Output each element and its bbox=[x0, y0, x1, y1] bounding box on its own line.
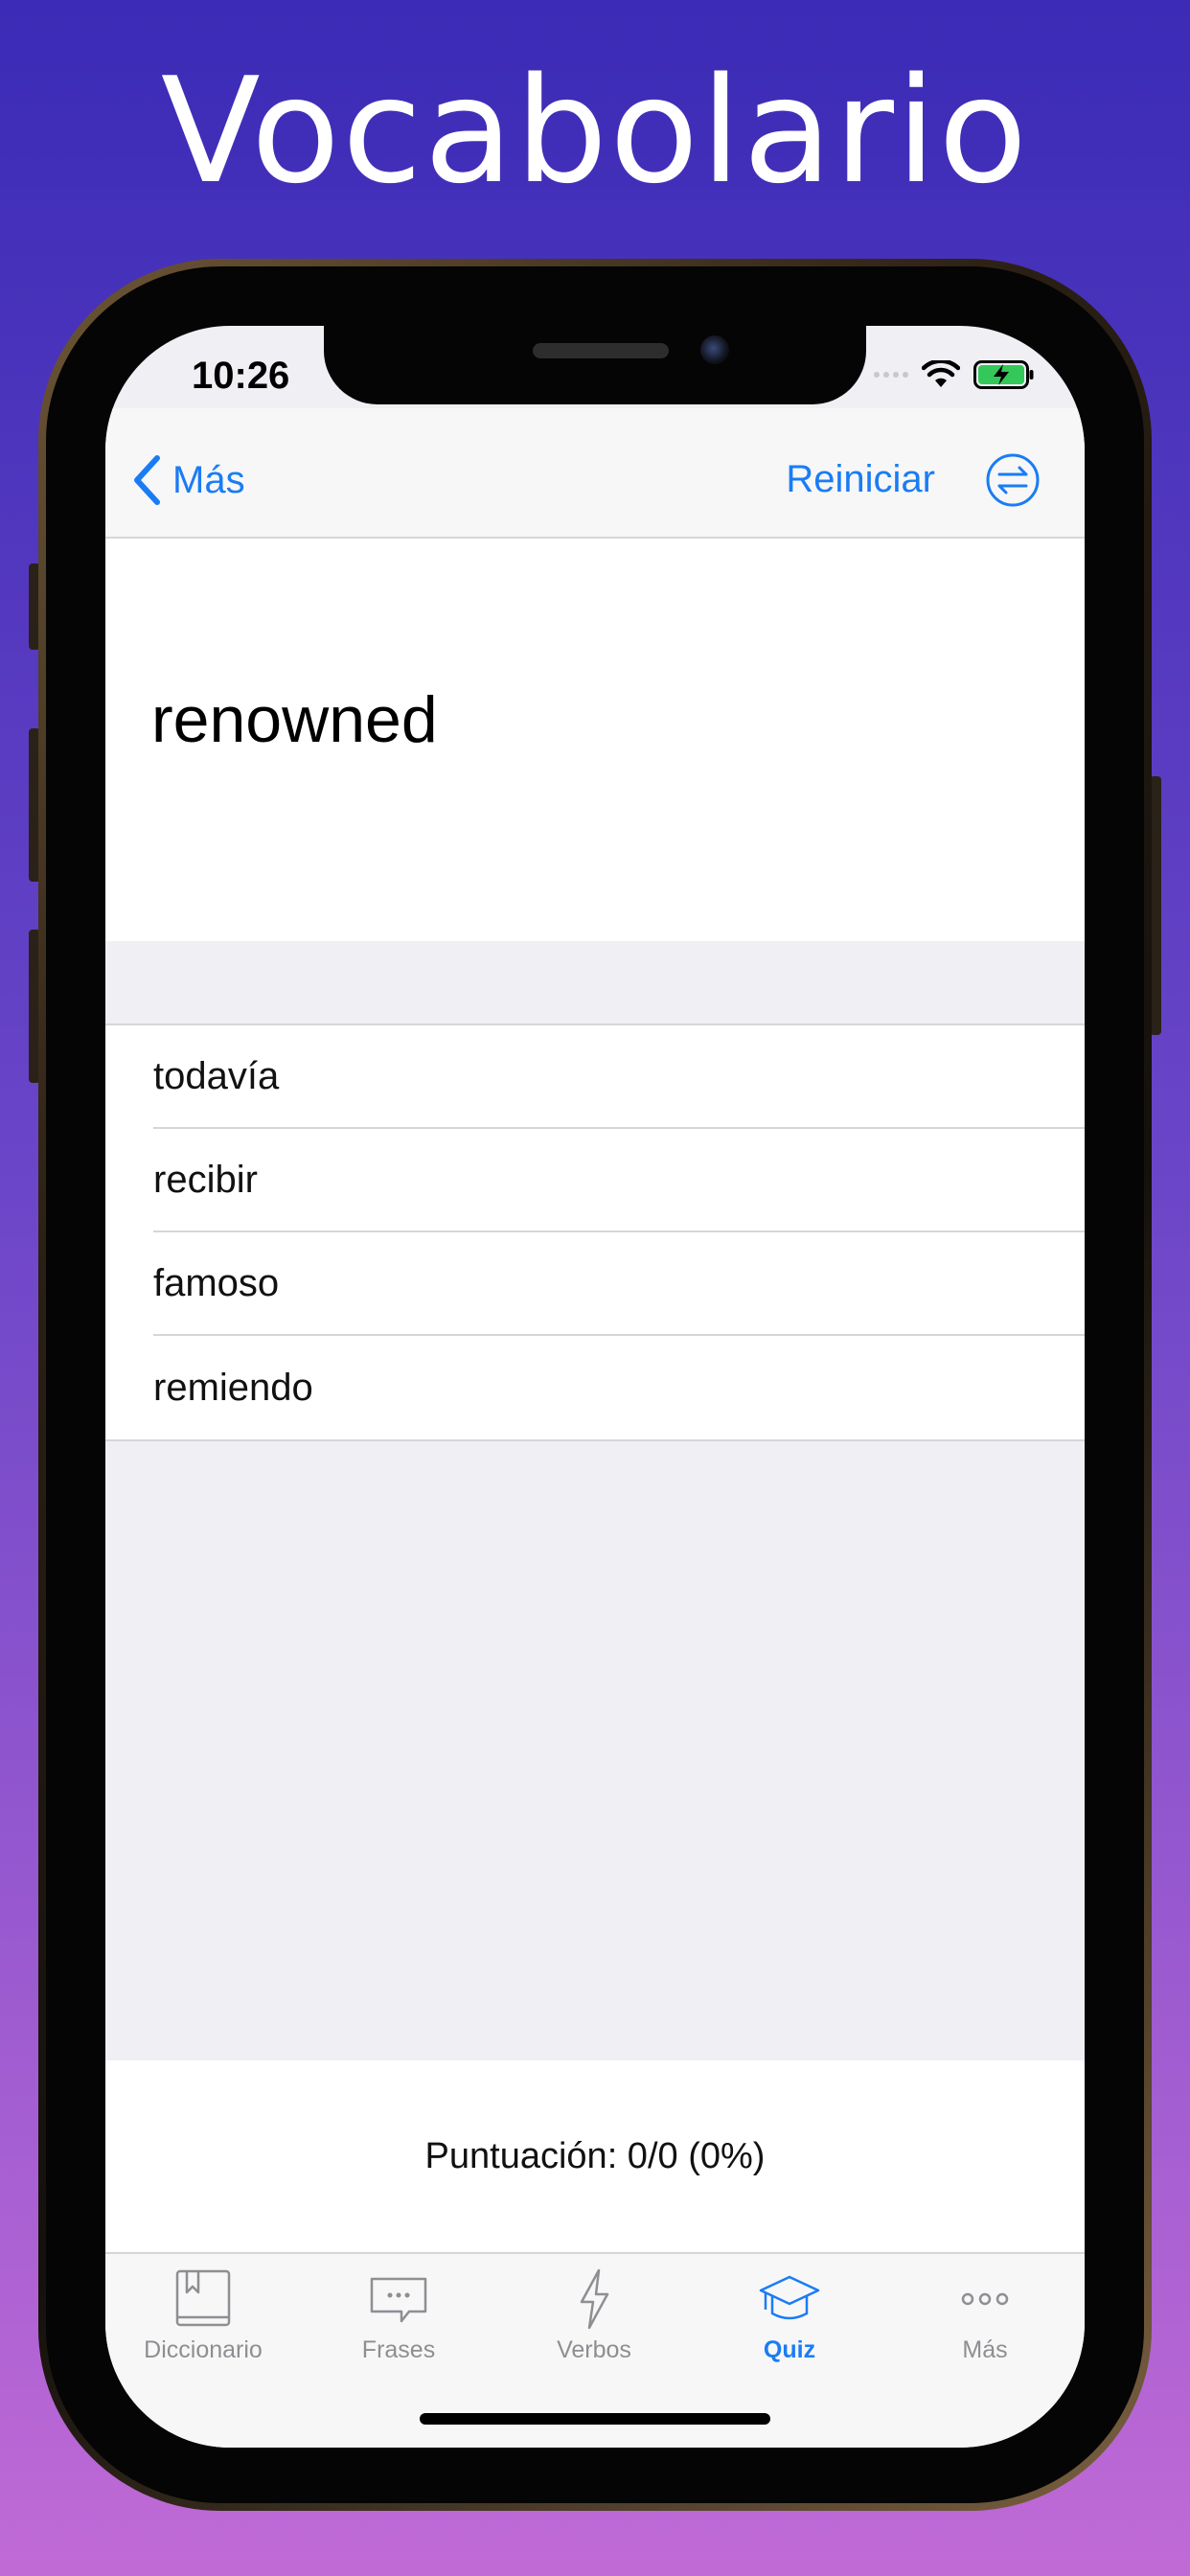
tab-bar: Diccionario Frases Verbos Quiz Más bbox=[105, 2252, 1085, 2448]
question-word: renowned bbox=[151, 683, 438, 756]
chevron-left-icon bbox=[134, 455, 160, 505]
more-dots-icon bbox=[961, 2292, 1009, 2306]
score-text: Puntuación: 0/0 (0%) bbox=[424, 2135, 766, 2176]
status-icons bbox=[874, 360, 1035, 389]
answer-option[interactable]: todavía bbox=[153, 1025, 1085, 1129]
tab-label: Quiz bbox=[763, 2336, 816, 2363]
battery-charging-icon bbox=[973, 360, 1034, 389]
screen: 10:26 Más Reiniciar renowned todavía rec… bbox=[105, 326, 1085, 2448]
tab-frases[interactable]: Frases bbox=[301, 2267, 496, 2373]
lightning-icon bbox=[580, 2268, 609, 2330]
status-time: 10:26 bbox=[192, 355, 290, 397]
tab-label: Verbos bbox=[557, 2336, 631, 2363]
tab-label: Más bbox=[962, 2336, 1008, 2363]
answer-option-label: recibir bbox=[153, 1158, 258, 1201]
question-card: renowned bbox=[105, 539, 1085, 941]
tab-quiz[interactable]: Quiz bbox=[692, 2267, 887, 2373]
phone-frame: 10:26 Más Reiniciar renowned todavía rec… bbox=[38, 259, 1152, 2511]
answer-option-label: famoso bbox=[153, 1261, 280, 1304]
wifi-icon bbox=[922, 360, 960, 387]
back-button-label: Más bbox=[172, 458, 245, 501]
reset-button[interactable]: Reiniciar bbox=[786, 458, 935, 501]
speech-bubble-icon bbox=[370, 2277, 427, 2323]
navigation-bar: Más Reiniciar bbox=[105, 408, 1085, 539]
answer-option-label: remiendo bbox=[153, 1366, 313, 1409]
notch bbox=[324, 326, 866, 404]
tab-label: Diccionario bbox=[144, 2336, 263, 2363]
answer-option[interactable]: famoso bbox=[153, 1232, 1085, 1336]
tab-verbos[interactable]: Verbos bbox=[496, 2267, 692, 2373]
tab-diccionario[interactable]: Diccionario bbox=[105, 2267, 301, 2373]
tab-mas[interactable]: Más bbox=[887, 2267, 1083, 2373]
swap-language-icon[interactable] bbox=[985, 452, 1041, 508]
answer-option[interactable]: recibir bbox=[153, 1129, 1085, 1232]
back-button[interactable]: Más bbox=[132, 454, 245, 506]
book-icon bbox=[175, 2269, 231, 2327]
answer-list: todavía recibir famoso remiendo bbox=[105, 1024, 1085, 1441]
cellular-signal-icon bbox=[874, 372, 908, 378]
graduation-cap-icon bbox=[759, 2275, 820, 2320]
speaker-grille bbox=[533, 343, 669, 358]
front-camera bbox=[700, 335, 729, 364]
phone-bezel: 10:26 Más Reiniciar renowned todavía rec… bbox=[46, 266, 1144, 2503]
score-panel: Puntuación: 0/0 (0%) bbox=[105, 2060, 1085, 2252]
tab-label: Frases bbox=[361, 2336, 436, 2363]
answer-option-label: todavía bbox=[153, 1054, 280, 1097]
answer-option[interactable]: remiendo bbox=[153, 1336, 1085, 1439]
home-indicator[interactable] bbox=[420, 2413, 770, 2425]
promo-headline: Vocabolario bbox=[160, 46, 1030, 216]
